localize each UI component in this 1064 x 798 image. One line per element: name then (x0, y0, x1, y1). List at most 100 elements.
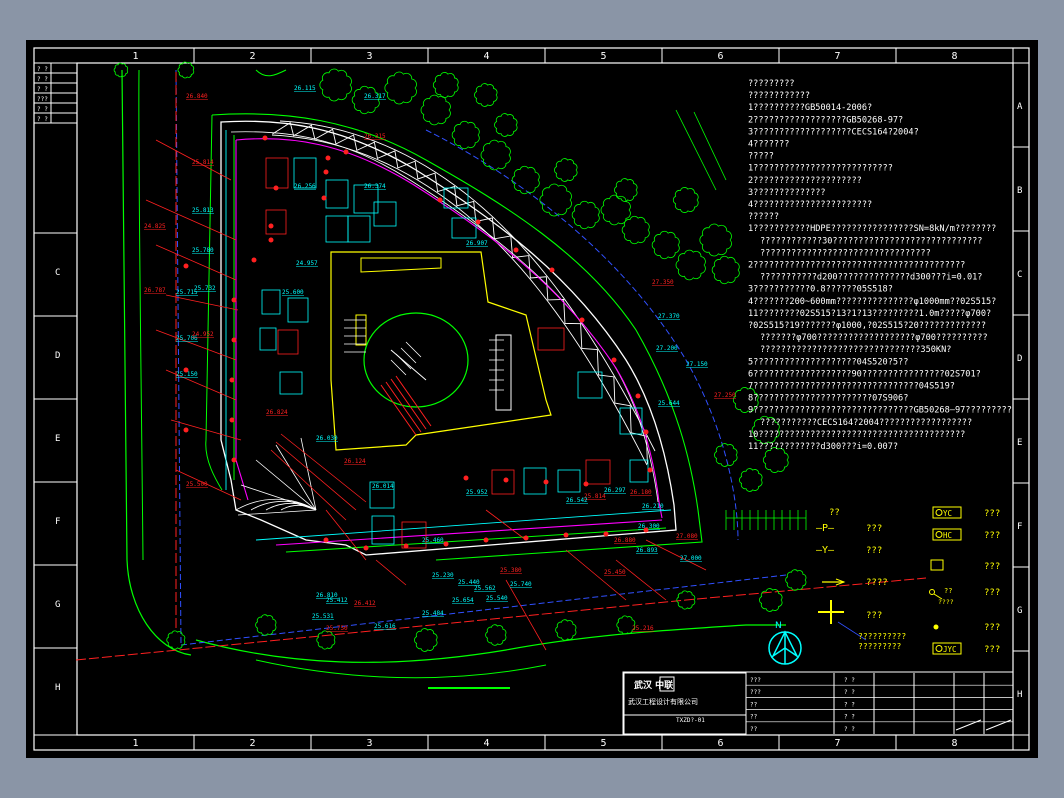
legend-label: ???? (866, 578, 888, 588)
elevation-label: 27.080 (676, 533, 698, 540)
title-block-cell: ? ? (844, 677, 855, 684)
revision-cell: ? ? (37, 106, 48, 113)
row-letter-left: H (55, 683, 60, 693)
column-number-bottom: 7 (835, 738, 841, 749)
note-line: ????? (748, 152, 774, 162)
row-letter-right: H (1017, 690, 1022, 700)
elevation-label: 26.840 (186, 93, 208, 100)
revision-table: ? ? ? ? ? ???? ? ? ? ? (33, 62, 78, 124)
legend: ?? —P— ??? —Y— ?????????? YC ??? HC????????????… (816, 506, 1000, 655)
note-line: 2????????????????????? (748, 176, 862, 186)
note-line: 6???????????????????90????????????????02… (748, 369, 981, 379)
elevation-label: 26.317 (364, 93, 386, 100)
title-block-cell: ?? (750, 701, 758, 708)
note-line: ???????????????????????????????350KN? (760, 345, 951, 355)
legend-label: ??? (984, 645, 1000, 655)
note-line: ????????????30??????????????????????????… (760, 236, 982, 246)
manhole-marker (363, 545, 369, 551)
manhole-marker (475, 219, 481, 225)
column-number-bottom: 1 (133, 738, 139, 749)
note-line: ?02S515?19???????φ1000,?02S515?20???????… (748, 321, 986, 331)
elevation-label: 25.500 (186, 481, 208, 488)
note-line: 9???????????????????????????????GB50268—… (748, 406, 1012, 416)
annotation-box (585, 459, 611, 485)
manhole-marker (343, 149, 349, 155)
manhole-marker (323, 169, 329, 175)
elevation-label: 24.952 (192, 331, 214, 338)
drawing-sheet: 1122334455667788 ABCDEFGHCDEFGH ? ?? ?? … (26, 40, 1038, 758)
manhole-marker (231, 337, 237, 343)
note-line: 3???????????????????CECS164?2004? (748, 127, 919, 137)
manhole-marker (268, 237, 274, 243)
row-letter-left: C (55, 268, 60, 278)
elevation-label: 27.150 (686, 361, 708, 368)
annotation-box (261, 289, 281, 315)
legend-symbol: —P— (816, 523, 835, 534)
annotation-box (523, 467, 547, 495)
note-line: 10??????????????????????????????????????… (748, 430, 965, 440)
elevation-label: 26.907 (466, 240, 488, 247)
manhole-marker (503, 477, 509, 483)
manhole-marker (229, 377, 235, 383)
elevation-label: 25.654 (452, 597, 474, 604)
manhole-marker (403, 543, 409, 549)
title-block-cell: ? ? (844, 689, 855, 696)
manhole-marker (483, 537, 489, 543)
title-block-cell: ? ? (844, 714, 855, 721)
title-block-cell: ? ? (844, 726, 855, 733)
amphitheatre (235, 433, 367, 521)
column-number-top: 1 (133, 51, 139, 62)
manhole-marker (231, 457, 237, 463)
note-line: ???????????d200??????????????d300???i=0.… (760, 273, 982, 283)
row-letter-right: C (1017, 270, 1022, 280)
legend-header: ?? (829, 508, 840, 518)
column-number-bottom: 4 (484, 738, 490, 749)
row-letter-right: B (1017, 186, 1022, 196)
manhole-marker (325, 155, 331, 161)
elevation-label: 27.200 (656, 345, 678, 352)
design-notes: ????????????????????? 1??????????GB50014-… (748, 79, 1012, 452)
manhole-marker (183, 263, 189, 269)
manhole-marker (583, 481, 589, 487)
annotation-box (347, 215, 371, 243)
manhole-marker (231, 297, 237, 303)
cad-plan-svg: 1122334455667788 ABCDEFGHCDEFGH ? ?? ?? … (33, 47, 1030, 751)
legend-symbol: HC (943, 531, 952, 540)
north-label: N (775, 621, 782, 631)
elevation-label: 25.230 (432, 572, 454, 579)
manhole-marker (183, 367, 189, 373)
note-line: 2???????????????????????????????????????… (748, 261, 965, 271)
annotation-box (557, 469, 581, 493)
manholes (183, 135, 653, 551)
note-line: 7????????????????????????????????04S519? (748, 382, 955, 392)
legend-sublabel: ???? (938, 598, 954, 606)
elevation-label: 26.210 (642, 503, 664, 510)
elevation-label: 25.813 (192, 207, 214, 214)
north-arrow: N (768, 621, 802, 665)
manhole-marker (643, 429, 649, 435)
revision-cell: ? ? (37, 66, 48, 73)
elevation-label: 25.715 (176, 289, 198, 296)
column-number-top: 6 (718, 51, 724, 62)
row-letter-right: E (1017, 438, 1022, 448)
annotation-box (451, 217, 477, 239)
elevation-label: 26.824 (266, 409, 288, 416)
legend-label: ??? (866, 546, 882, 556)
row-letter-right: F (1017, 522, 1022, 532)
column-number-top: 3 (367, 51, 373, 62)
elevation-label: 26.300 (638, 523, 660, 530)
elevation-label: 25.644 (658, 400, 680, 407)
elevation-label: 25.531 (312, 613, 334, 620)
elevation-label: 26.542 (566, 497, 588, 504)
note-line: 3?????????????? (748, 188, 826, 198)
elevation-label: 26.787 (144, 287, 166, 294)
note-line: 4???????200~600mm???????????????φ1000mm?… (748, 297, 996, 307)
annotation-box (491, 469, 515, 495)
legend-label: ??? (984, 531, 1000, 541)
legend-symbol: ?? (944, 587, 952, 595)
manhole-marker (635, 393, 641, 399)
note-line: 3???????????0.8??????05S518? (748, 285, 893, 295)
elevation-label: 26.880 (614, 537, 636, 544)
elevation-label: 26.315 (364, 133, 386, 140)
title-block-cell: ??? (750, 689, 761, 696)
